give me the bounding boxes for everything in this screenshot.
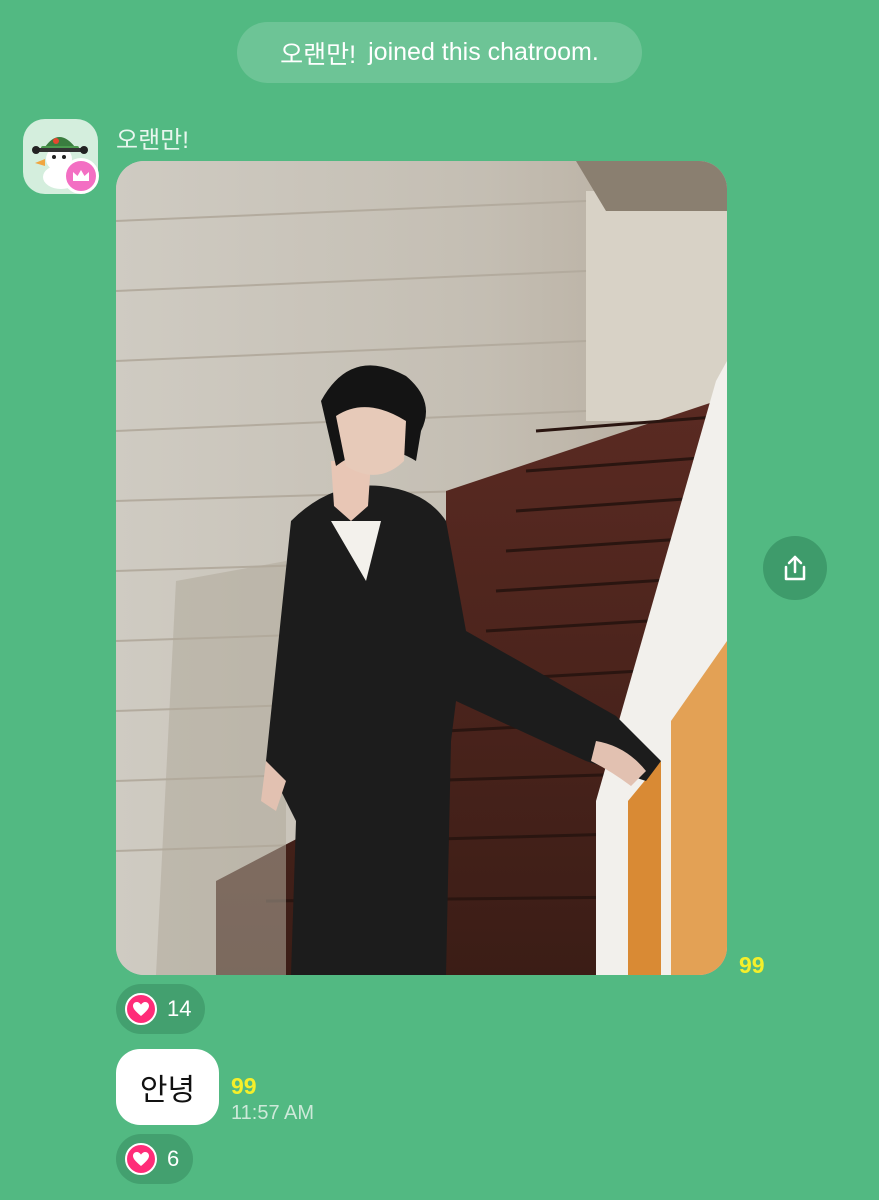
heart-icon — [125, 993, 157, 1025]
message-time: 11:57 AM — [231, 1102, 315, 1124]
share-icon — [784, 555, 806, 581]
crown-icon — [63, 158, 99, 194]
unread-count: 99 — [739, 952, 765, 978]
sender-name: 오랜만! — [116, 127, 189, 154]
heart-icon — [125, 1143, 157, 1175]
photo-attachment[interactable] — [116, 161, 727, 975]
reaction-heart[interactable]: 14 — [116, 984, 206, 1034]
joined-text: joined this chatroom. — [368, 38, 599, 66]
share-button[interactable] — [763, 536, 827, 600]
unread-count: 99 — [231, 1073, 257, 1099]
reaction-count: 14 — [167, 996, 192, 1021]
reaction-heart[interactable]: 6 — [116, 1134, 194, 1184]
system-join-notice: 오랜만! joined this chatroom. — [237, 22, 642, 83]
message-bubble[interactable]: 안녕 — [116, 1049, 219, 1125]
joined-user-name: 오랜만! — [280, 40, 357, 69]
reaction-count: 6 — [167, 1146, 180, 1171]
